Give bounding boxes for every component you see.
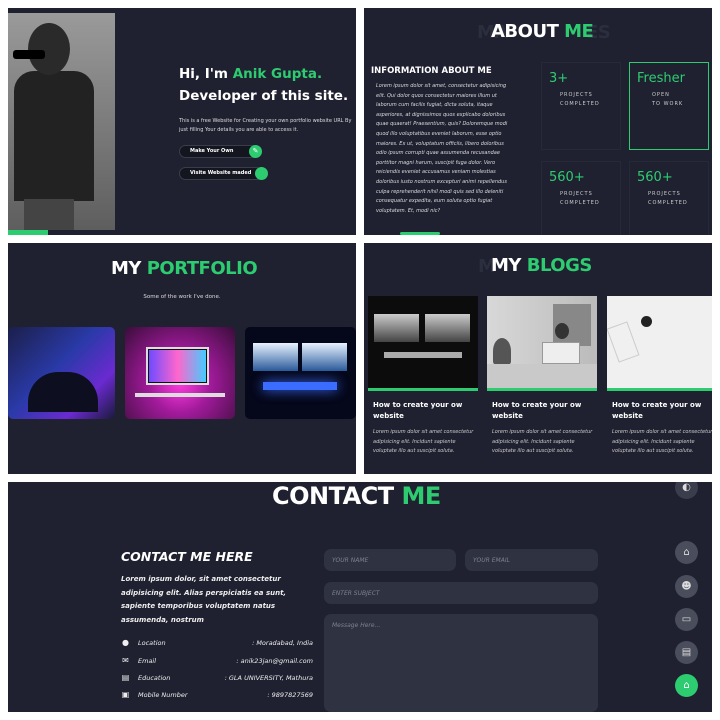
contact-title: CONTACT ME <box>272 482 441 510</box>
blog-card[interactable]: How to create your ow website Lorem ipsu… <box>487 296 597 457</box>
portfolio-item[interactable] <box>245 327 356 419</box>
hero-description: This is a free Website for Creating your… <box>179 118 352 133</box>
blog-body: Lorem ipsum dolor sit amet consectetur a… <box>612 429 712 454</box>
contact-section: CONTACT ME CONTACT ME HERE Lorem ipsum d… <box>8 482 712 712</box>
contact-heading: CONTACT ME HERE <box>121 549 253 564</box>
blog-card[interactable]: How to create your ow website Lorem ipsu… <box>368 296 478 457</box>
user-icon[interactable]: ☻ <box>675 575 698 598</box>
portfolio-section: MY PORTFOLIO Some of the work I've done. <box>8 243 356 474</box>
contact-icon[interactable]: ⌂ <box>675 674 698 697</box>
hero-role: Developer of this site. <box>179 88 349 104</box>
theme-toggle-icon[interactable]: ◐ <box>675 482 698 499</box>
about-title: ABOUT ME <box>491 21 594 42</box>
name-input[interactable] <box>324 549 456 571</box>
hero-scroll-indicator <box>8 230 48 235</box>
stat-card: 3+ PROJECTS COMPLETED <box>541 62 621 150</box>
stat-card: 560+ PROJECTS COMPLETED <box>629 161 709 235</box>
message-textarea[interactable] <box>324 614 598 712</box>
blog-icon[interactable]: ▤ <box>675 641 698 664</box>
hero-name: Anik Gupta. <box>232 66 323 82</box>
portfolio-title: MY PORTFOLIO <box>111 258 258 279</box>
education-icon: ▤ <box>121 673 130 682</box>
email-input[interactable] <box>465 549 598 571</box>
hero-greeting: Hi, I'm Anik Gupta. <box>179 66 323 82</box>
about-info-heading: INFORMATION ABOUT ME <box>371 66 492 76</box>
contact-row-phone: ▣ Mobile Number: 9897827569 <box>121 690 313 699</box>
blog-card[interactable]: How to create your ow website Lorem ipsu… <box>607 296 712 457</box>
contact-row-education: ▤ Education: GLA UNIVERSITY, Mathura <box>121 673 313 682</box>
hero-section: Hi, I'm Anik Gupta. Developer of this si… <box>8 8 356 235</box>
visit-website-button[interactable]: Visite Website maded <box>179 167 268 180</box>
stat-card-highlight: Fresher OPEN TO WORK <box>629 62 709 150</box>
briefcase-icon[interactable]: ▭ <box>675 608 698 631</box>
blog-title[interactable]: How to create your ow website <box>492 400 597 422</box>
blogs-section: M MY BLOGS How to create your ow website… <box>364 243 712 474</box>
make-own-button[interactable]: Make Your Own ✎ <box>179 145 262 158</box>
stat-card: 560+ PROJECTS COMPLETED <box>541 161 621 235</box>
blog-body: Lorem ipsum dolor sit amet consectetur a… <box>373 429 474 454</box>
subject-input[interactable] <box>324 582 598 604</box>
blog-image <box>607 296 712 391</box>
home-icon[interactable]: ⌂ <box>675 541 698 564</box>
about-info-text: Lorem ipsum dolor sit amet, consectetur … <box>376 83 508 214</box>
blogs-title: MY BLOGS <box>491 255 592 276</box>
profile-photo <box>8 13 115 235</box>
about-section: MA ES ABOUT ME INFORMATION ABOUT ME Lore… <box>364 8 712 235</box>
portfolio-item[interactable] <box>8 327 115 419</box>
location-icon: ● <box>122 638 129 647</box>
contact-text: Lorem ipsum dolor, sit amet consectetur … <box>121 575 287 624</box>
contact-row-email: ✉ Email: anik23jan@gmail.com <box>122 656 313 665</box>
contact-row-location: ● Location: Moradabad, India <box>122 638 313 647</box>
blog-body: Lorem ipsum dolor sit amet consectetur a… <box>492 429 593 454</box>
phone-icon: ▣ <box>121 690 130 699</box>
portfolio-subtitle: Some of the work I've done. <box>143 294 221 300</box>
dot-icon <box>255 167 268 180</box>
about-scroll-indicator <box>400 232 440 235</box>
edit-icon: ✎ <box>249 145 262 158</box>
portfolio-item[interactable] <box>125 327 235 419</box>
blog-title[interactable]: How to create your ow website <box>612 400 712 422</box>
blog-image <box>368 296 478 391</box>
blog-title[interactable]: How to create your ow website <box>373 400 478 422</box>
blog-image <box>487 296 597 391</box>
email-icon: ✉ <box>122 656 129 665</box>
